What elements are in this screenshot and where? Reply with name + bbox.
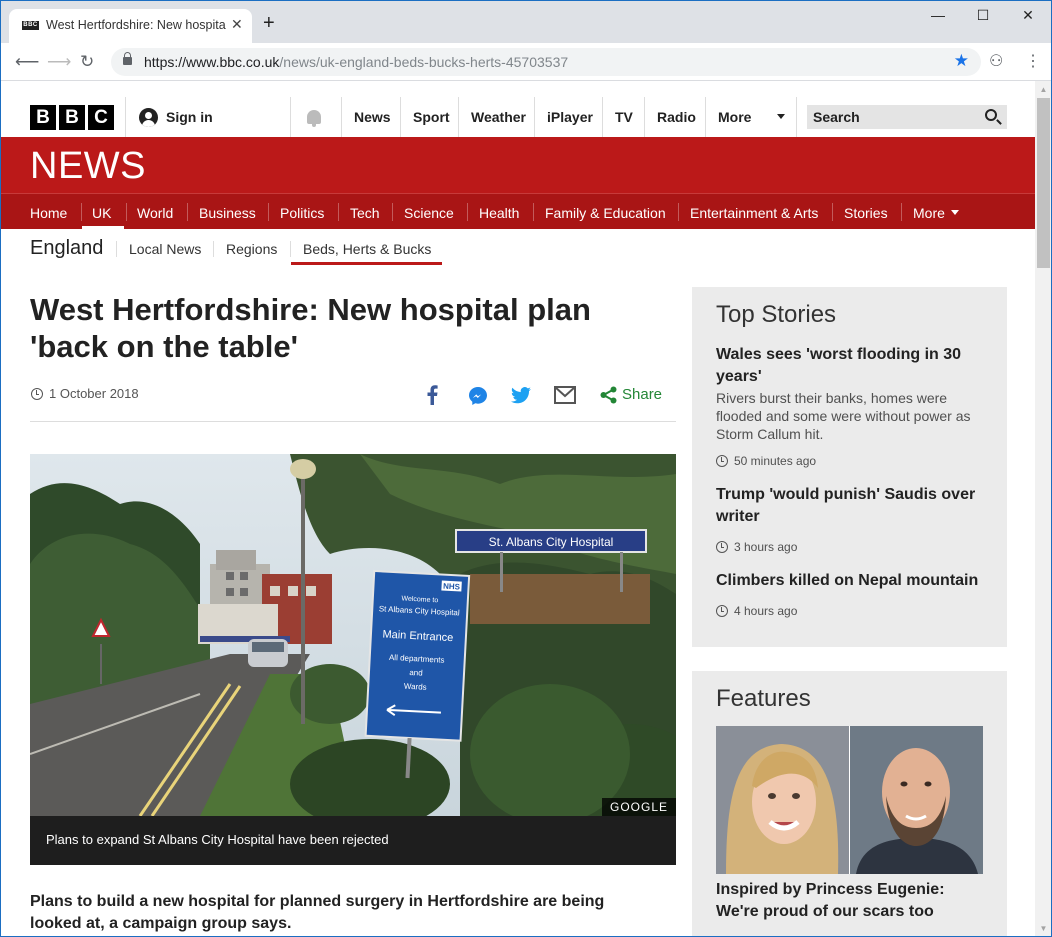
region-title[interactable]: England	[30, 237, 103, 260]
search-icon[interactable]	[985, 109, 997, 121]
top-story-time: 50 minutes ago	[734, 454, 817, 468]
browser-tab[interactable]: BBC West Hertfordshire: New hospital pla…	[9, 9, 252, 43]
top-story-time: 4 hours ago	[734, 604, 798, 618]
nav-politics[interactable]: Politics	[280, 205, 324, 221]
messenger-icon[interactable]	[468, 386, 488, 406]
nav-more[interactable]: More	[913, 205, 945, 221]
facebook-icon[interactable]	[425, 385, 439, 405]
article-image[interactable]: St. Albans City Hospital NHS Welcome to …	[30, 454, 676, 865]
browser-window: BBC West Hertfordshire: New hospital pla…	[0, 0, 1052, 937]
email-icon[interactable]	[554, 386, 576, 404]
notifications-bell-icon[interactable]	[307, 110, 321, 127]
nav-world[interactable]: World	[137, 205, 173, 221]
gnav-iplayer[interactable]: iPlayer	[547, 109, 593, 125]
chevron-down-icon[interactable]	[951, 210, 959, 215]
lock-icon	[123, 52, 132, 65]
reload-icon[interactable]: ↻	[80, 52, 94, 72]
search-input[interactable]: Search	[807, 105, 1007, 129]
menu-icon[interactable]: ⋮	[1025, 52, 1041, 72]
feature-image[interactable]	[716, 726, 983, 874]
scroll-up-icon[interactable]: ▲	[1035, 81, 1051, 98]
twitter-icon[interactable]	[511, 387, 531, 404]
extension-icon[interactable]: ⚇	[989, 52, 1003, 72]
article-date: 1 October 2018	[49, 386, 139, 401]
top-story-headline[interactable]: Climbers killed on Nepal mountain	[716, 570, 986, 592]
bbc-global-nav: B B C Sign in News Sport Weather iPlayer…	[1, 81, 1035, 137]
top-story-headline[interactable]: Wales sees 'worst flooding in 30 years'	[716, 344, 986, 388]
sign-top-text: St. Albans City Hospital	[489, 535, 614, 549]
nav-tech[interactable]: Tech	[350, 205, 380, 221]
forward-icon[interactable]: ⟶	[47, 52, 71, 72]
tab-title: West Hertfordshire: New hospital plan 'b…	[46, 18, 226, 32]
tab-close-icon[interactable]: ✕	[231, 16, 243, 33]
active-subnav-indicator	[291, 262, 442, 265]
back-icon[interactable]: ⟵	[15, 52, 39, 72]
gnav-sport[interactable]: Sport	[413, 109, 450, 125]
subnav-local-news[interactable]: Local News	[129, 241, 201, 257]
clock-icon	[31, 388, 43, 400]
nav-uk[interactable]: UK	[92, 205, 111, 221]
close-window-button[interactable]: ✕	[1013, 7, 1043, 27]
nav-science[interactable]: Science	[404, 205, 454, 221]
top-story-headline[interactable]: Trump 'would punish' Saudis over writer	[716, 484, 986, 528]
clock-icon	[716, 605, 728, 617]
gnav-radio[interactable]: Radio	[657, 109, 696, 125]
chevron-down-icon[interactable]	[777, 114, 785, 119]
bbc-favicon-icon: BBC	[22, 21, 39, 30]
page-viewport: B B C Sign in News Sport Weather iPlayer…	[1, 81, 1035, 936]
nhs-logo: NHS	[443, 582, 461, 592]
news-section-nav: Home UK World Business Politics Tech Sci…	[1, 193, 1035, 230]
article-lede: Plans to build a new hospital for planne…	[30, 893, 605, 932]
clock-icon	[716, 455, 728, 467]
features-title: Features	[716, 685, 811, 712]
nav-entertainment-arts[interactable]: Entertainment & Arts	[690, 205, 818, 221]
feature-photo	[716, 726, 983, 874]
url-text: https://www.bbc.co.uk/news/uk-england-be…	[144, 54, 569, 70]
article-headline: West Hertfordshire: New hospital plan 'b…	[30, 292, 591, 364]
top-stories-title: Top Stories	[716, 301, 837, 328]
gnav-more[interactable]: More	[718, 109, 751, 125]
top-story-summary: Rivers burst their banks, homes were flo…	[716, 390, 971, 442]
bbc-logo[interactable]: B B C	[30, 105, 114, 130]
nav-health[interactable]: Health	[479, 205, 519, 221]
share-icon[interactable]	[600, 386, 617, 404]
browser-toolbar: ⟵ ⟶ ↻ https://www.bbc.co.uk/news/uk-engl…	[1, 43, 1051, 81]
gnav-weather[interactable]: Weather	[471, 109, 526, 125]
nav-family-education[interactable]: Family & Education	[545, 205, 666, 221]
new-tab-button[interactable]: +	[263, 13, 275, 33]
top-stories-panel: Top Stories Wales sees 'worst flooding i…	[692, 287, 1007, 647]
scroll-thumb[interactable]	[1037, 98, 1050, 268]
gnav-tv[interactable]: TV	[615, 109, 633, 125]
vertical-scrollbar[interactable]: ▲ ▼	[1035, 81, 1051, 936]
star-icon[interactable]: ★	[954, 51, 969, 71]
features-panel: Features Inspired by Princess Eugenie: W…	[692, 671, 1007, 936]
top-story-time: 3 hours ago	[734, 540, 798, 554]
scroll-down-icon[interactable]: ▼	[1035, 920, 1051, 936]
sign-line: Wards	[404, 682, 427, 692]
clock-icon	[716, 541, 728, 553]
subnav-regions[interactable]: Regions	[226, 241, 277, 257]
hospital-photo: St. Albans City Hospital NHS Welcome to …	[30, 454, 676, 829]
image-credit: GOOGLE	[601, 798, 676, 816]
minimize-button[interactable]: —	[923, 7, 953, 27]
sign-in-link[interactable]: Sign in	[166, 109, 213, 125]
address-bar[interactable]: https://www.bbc.co.uk/news/uk-england-be…	[111, 48, 981, 76]
subnav-beds-herts-bucks[interactable]: Beds, Herts & Bucks	[303, 241, 431, 257]
nav-home[interactable]: Home	[30, 205, 67, 221]
nav-stories[interactable]: Stories	[844, 205, 888, 221]
share-button[interactable]: Share	[622, 386, 662, 403]
tab-strip: BBC West Hertfordshire: New hospital pla…	[1, 1, 1051, 43]
feature-headline[interactable]: Inspired by Princess Eugenie: We're prou…	[716, 879, 986, 923]
news-logo[interactable]: NEWS	[30, 145, 146, 188]
gnav-news[interactable]: News	[354, 109, 391, 125]
news-banner: NEWS	[1, 137, 1035, 193]
account-icon[interactable]	[139, 108, 158, 127]
maximize-button[interactable]: ☐	[968, 7, 998, 27]
nav-business[interactable]: Business	[199, 205, 256, 221]
region-subnav: England Local News Regions Beds, Herts &…	[1, 229, 1035, 267]
image-caption: Plans to expand St Albans City Hospital …	[30, 816, 676, 865]
divider	[30, 421, 676, 422]
sign-line: and	[409, 668, 423, 678]
